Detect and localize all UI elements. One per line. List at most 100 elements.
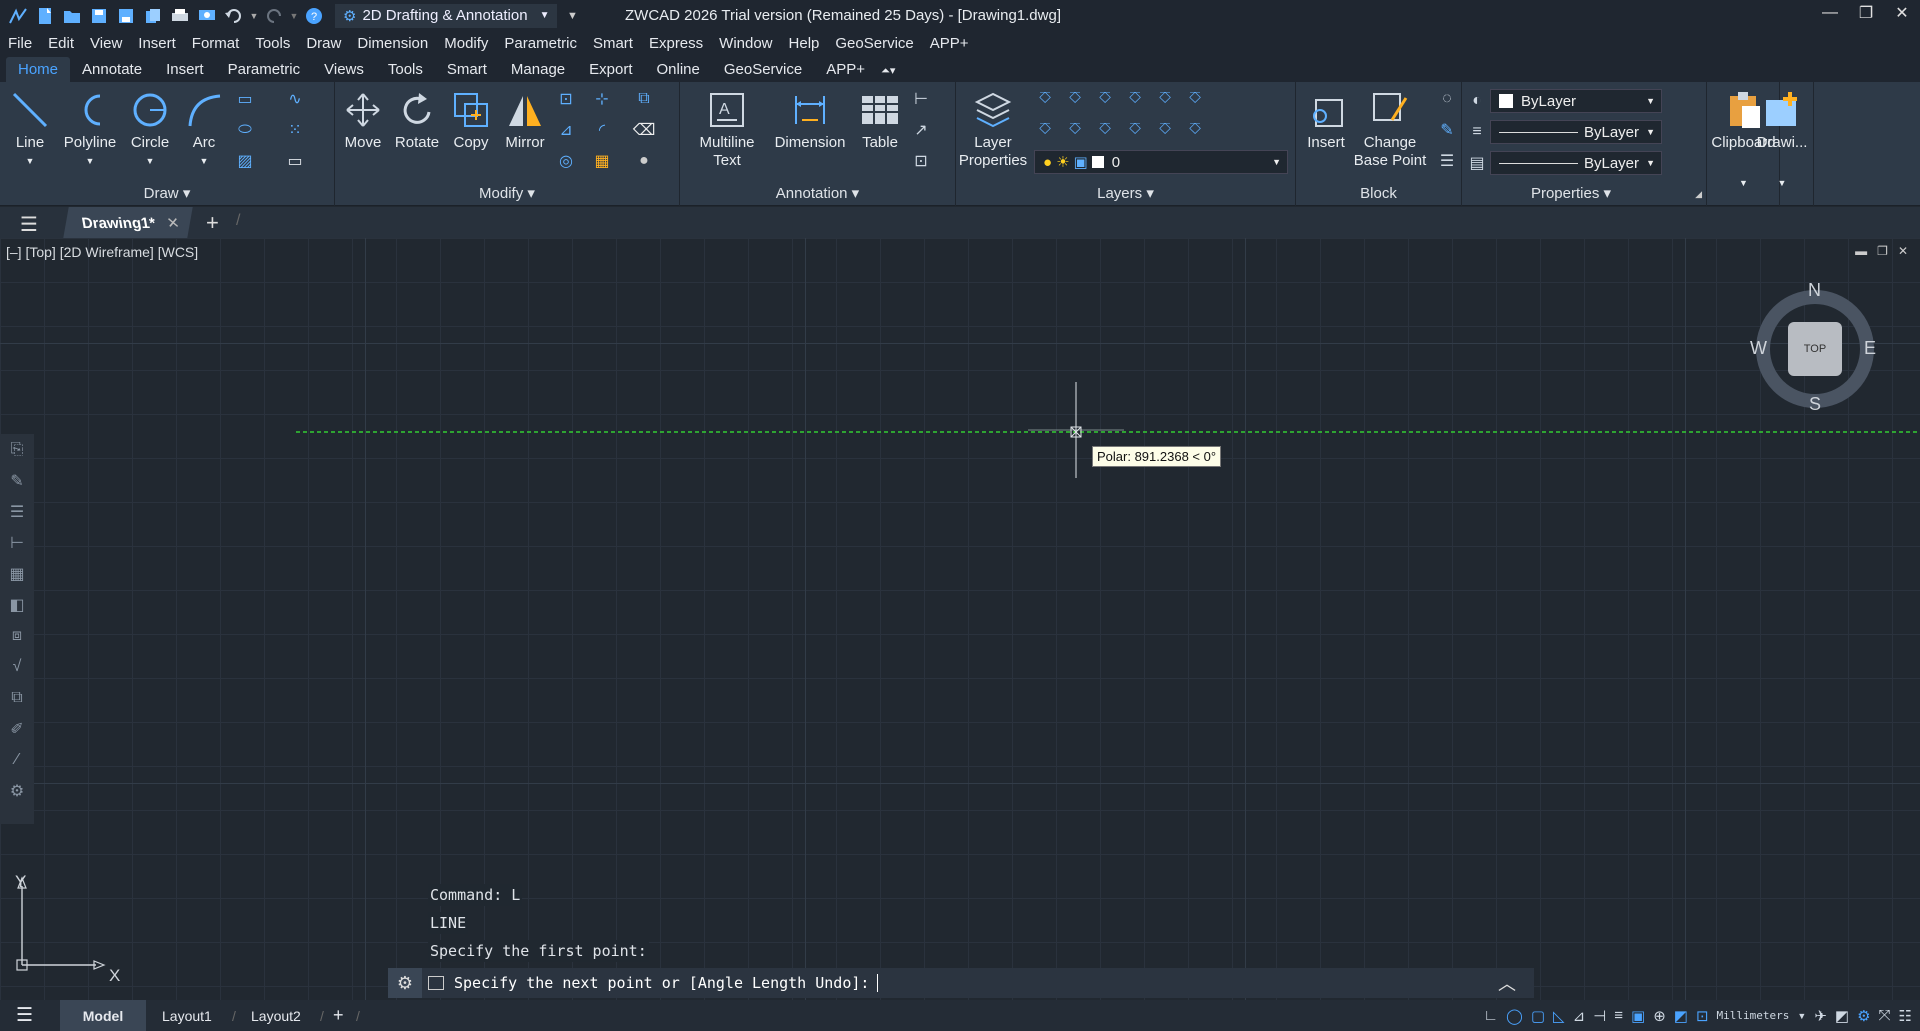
drawing-canvas[interactable]: [–] [Top] [2D Wireframe] [WCS] ▬ ❐ ✕ Pol… <box>0 238 1920 1000</box>
fullscreen-icon[interactable]: ⤧ <box>1879 1007 1891 1024</box>
menu-parametric[interactable]: Parametric <box>504 35 577 52</box>
layout2-tab[interactable]: Layout2 <box>251 1000 301 1031</box>
status-settings-gear-icon[interactable]: ⚙ <box>1857 1007 1870 1025</box>
layer-dropdown[interactable]: ● ☀ ▣ 0 ▼ <box>1034 150 1288 174</box>
offset-icon[interactable]: ◎ <box>555 150 577 172</box>
tab-annotate[interactable]: Annotate <box>70 57 154 82</box>
tab-app-plus[interactable]: APP+ <box>814 57 877 82</box>
table-button[interactable]: Table <box>852 88 908 152</box>
annotation-scale-icon[interactable]: ◩ <box>1674 1007 1688 1025</box>
workspace-selector[interactable]: ⚙ 2D Drafting & Annotation ▼ <box>335 3 558 28</box>
erase-icon[interactable]: ⌫ <box>633 119 656 141</box>
modify-panel-title[interactable]: Modify ▾ <box>335 184 679 202</box>
trim-icon[interactable]: ⊹ <box>591 88 613 110</box>
block-palette-icon[interactable]: ⧉ <box>0 682 34 713</box>
menu-geoservice[interactable]: GeoService <box>835 35 913 52</box>
menu-tools[interactable]: Tools <box>255 35 290 52</box>
properties-icon[interactable]: ✎ <box>0 465 34 496</box>
layer-tool-icon-4[interactable]: ⎏ <box>1124 88 1146 110</box>
linetype-dropdown[interactable]: ByLayer ▼ <box>1490 120 1662 144</box>
tab-tools[interactable]: Tools <box>376 57 435 82</box>
annotation-panel-title[interactable]: Annotation ▾ <box>680 184 955 202</box>
polyline-button[interactable]: Polyline ▼ <box>62 88 118 170</box>
point-icon[interactable]: ⁙ <box>284 119 306 141</box>
maximize-icon[interactable]: ❐ <box>1848 0 1884 26</box>
customize-toolbar-icon[interactable]: ▼ <box>560 4 584 28</box>
tab-home[interactable]: Home <box>6 57 71 82</box>
settings-gear-icon[interactable]: ⚙ <box>0 775 34 806</box>
layer-tool-icon-5[interactable]: ⎏ <box>1154 88 1176 110</box>
multiline-text-button[interactable]: A Multiline Text <box>692 88 762 170</box>
model-space-icon[interactable]: ▣ <box>1631 1007 1645 1025</box>
tab-online[interactable]: Online <box>645 57 712 82</box>
pdf-import-icon[interactable]: ✐ <box>0 713 34 744</box>
tab-export[interactable]: Export <box>577 57 644 82</box>
layer-tool-icon-1[interactable]: ⎏ <box>1034 88 1056 110</box>
layer-tool-icon-6[interactable]: ⎏ <box>1184 88 1206 110</box>
close-tab-icon[interactable]: ✕ <box>166 214 182 232</box>
insert-button[interactable]: Insert <box>1298 88 1354 152</box>
minimize-icon[interactable]: — <box>1812 0 1848 26</box>
array-icon[interactable]: ⧉ <box>633 88 655 110</box>
menu-modify[interactable]: Modify <box>444 35 488 52</box>
line-button[interactable]: Line ▼ <box>2 88 58 170</box>
markup-icon[interactable]: ⁄ <box>0 744 34 775</box>
menu-window[interactable]: Window <box>719 35 772 52</box>
command-input-box[interactable]: Specify the next point or [Angle Length … <box>422 968 1534 998</box>
print-icon[interactable] <box>168 4 192 28</box>
undo-dropdown-icon[interactable]: ▼ <box>249 4 259 28</box>
dimension-button[interactable]: Dimension <box>772 88 848 152</box>
layer-tool-icon-2[interactable]: ⎏ <box>1064 88 1086 110</box>
dimension-style-icon[interactable]: ⊢ <box>0 527 34 558</box>
fillet-icon[interactable]: ◜ <box>591 119 613 141</box>
mirror-button[interactable]: Mirror <box>497 88 553 152</box>
dynamic-input-icon[interactable]: ⊿ <box>1573 1007 1586 1025</box>
stretch-icon[interactable]: ⊡ <box>555 88 577 110</box>
customize-icon[interactable]: ☷ <box>1899 1007 1912 1025</box>
layer-tool-icon-3[interactable]: ⎏ <box>1094 88 1116 110</box>
properties-panel-title[interactable]: Properties ▾ <box>1462 184 1680 202</box>
hatch-icon[interactable]: ▨ <box>234 150 256 172</box>
match-properties-icon[interactable]: ◐ <box>1466 90 1488 112</box>
layer-tool-icon-8[interactable]: ⎏ <box>1064 119 1086 141</box>
measure-icon[interactable]: √ <box>0 651 34 682</box>
tab-smart[interactable]: Smart <box>435 57 499 82</box>
hamburger-icon[interactable]: ≡ <box>1614 1007 1623 1024</box>
layer-tool-icon-11[interactable]: ⎏ <box>1154 119 1176 141</box>
tool-palette-icon[interactable]: ◧ <box>0 589 34 620</box>
menu-dimension[interactable]: Dimension <box>357 35 428 52</box>
hamburger-menu-icon[interactable]: ☰ <box>20 212 38 237</box>
save-icon[interactable] <box>87 4 111 28</box>
explode-icon[interactable]: ▦ <box>591 150 613 172</box>
circle-button[interactable]: Circle ▼ <box>122 88 178 170</box>
command-expand-icon[interactable]: ︿ <box>1498 970 1516 996</box>
sheet-set-icon[interactable]: ⧈ <box>0 620 34 651</box>
lineweight-icon[interactable]: ▤ <box>1466 152 1488 174</box>
new-icon[interactable] <box>33 4 57 28</box>
menu-view[interactable]: View <box>90 35 122 52</box>
lineweight-toggle-icon[interactable]: ⊣ <box>1593 1007 1606 1025</box>
leader-icon[interactable]: ↗ <box>910 119 932 141</box>
tab-geoservice[interactable]: GeoService <box>712 57 814 82</box>
scale-icon[interactable]: ⊿ <box>555 119 577 141</box>
rotate-button[interactable]: Rotate <box>389 88 445 152</box>
draw-panel-title[interactable]: Draw ▾ <box>0 184 334 202</box>
copy-button[interactable]: Copy <box>443 88 499 152</box>
properties-launcher-icon[interactable]: ◢ <box>1695 189 1702 200</box>
tab-manage[interactable]: Manage <box>499 57 577 82</box>
rectangle-icon[interactable]: ▭ <box>234 88 256 110</box>
layer-tool-icon-7[interactable]: ⎏ <box>1034 119 1056 141</box>
ribbon-minimize-icon[interactable]: ⏶▾ <box>877 60 899 82</box>
lineweight-dropdown[interactable]: ByLayer ▼ <box>1490 151 1662 175</box>
menu-format[interactable]: Format <box>192 35 240 52</box>
tab-insert[interactable]: Insert <box>154 57 216 82</box>
layer-tool-icon-12[interactable]: ⎏ <box>1184 119 1206 141</box>
units-label[interactable]: Millimeters <box>1717 1009 1790 1022</box>
tab-parametric[interactable]: Parametric <box>216 57 313 82</box>
arc-button[interactable]: Arc ▼ <box>176 88 232 170</box>
chevron-down-icon[interactable]: ▼ <box>1797 1011 1806 1021</box>
create-block-icon[interactable]: ◌ <box>1436 88 1458 110</box>
menu-edit[interactable]: Edit <box>48 35 74 52</box>
viewcube[interactable]: TOP N S E W <box>1750 280 1878 414</box>
compass-west[interactable]: W <box>1750 338 1767 359</box>
